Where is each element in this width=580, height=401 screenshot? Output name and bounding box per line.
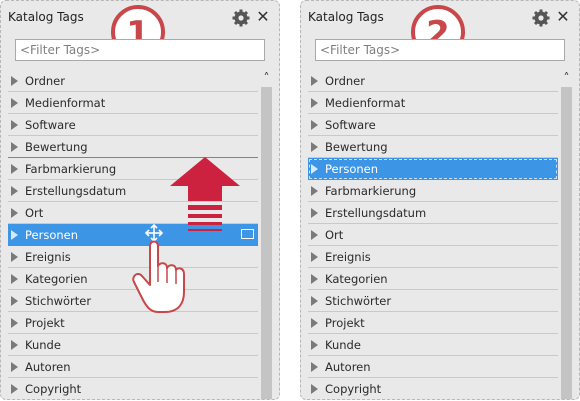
tag-row[interactable]: Stichwörter bbox=[308, 290, 558, 312]
tag-row[interactable]: Autoren bbox=[308, 356, 558, 378]
expand-triangle-icon[interactable] bbox=[311, 98, 318, 108]
tag-row[interactable]: Ereignis bbox=[308, 246, 558, 268]
tag-row-label: Erstellungsdatum bbox=[325, 206, 427, 220]
expand-triangle-icon[interactable] bbox=[311, 186, 318, 196]
expand-triangle-icon[interactable] bbox=[311, 208, 318, 218]
tag-row[interactable]: Projekt bbox=[308, 312, 558, 334]
panel-title: Katalog Tags bbox=[308, 10, 384, 24]
tag-row[interactable]: Ort bbox=[308, 224, 558, 246]
expand-triangle-icon[interactable] bbox=[311, 164, 318, 174]
scrollbar[interactable]: ˄ bbox=[559, 70, 574, 399]
tag-row-label: Kunde bbox=[325, 338, 361, 352]
expand-triangle-icon[interactable] bbox=[311, 274, 318, 284]
tag-row[interactable]: Personen bbox=[308, 158, 558, 180]
filter-tags-input[interactable] bbox=[315, 39, 565, 61]
expand-triangle-icon[interactable] bbox=[311, 76, 318, 86]
expand-triangle-icon[interactable] bbox=[311, 318, 318, 328]
expand-triangle-icon[interactable] bbox=[311, 340, 318, 350]
tag-row-label: Ordner bbox=[325, 74, 365, 88]
expand-triangle-icon[interactable] bbox=[311, 120, 318, 130]
tag-row-label: Kategorien bbox=[325, 272, 388, 286]
expand-triangle-icon[interactable] bbox=[311, 142, 318, 152]
tag-row-label: Copyright bbox=[325, 382, 382, 396]
tag-list: Ordner Medienformat Software Bewertung Perso… bbox=[308, 70, 558, 399]
tag-row-label: Stichwörter bbox=[325, 294, 392, 308]
tag-row[interactable]: Ordner bbox=[308, 70, 558, 92]
expand-triangle-icon[interactable] bbox=[311, 296, 318, 306]
tag-row[interactable]: Farbmarkierung bbox=[308, 180, 558, 202]
tag-row[interactable]: Kunde bbox=[308, 334, 558, 356]
tag-row-label: Autoren bbox=[325, 360, 371, 374]
drag-illustration bbox=[132, 157, 240, 313]
tag-row-label: Ereignis bbox=[325, 250, 371, 264]
close-icon[interactable]: ✕ bbox=[555, 9, 571, 25]
up-arrow-icon bbox=[170, 157, 240, 231]
tag-row-label: Personen bbox=[325, 162, 379, 176]
tag-row[interactable]: Kategorien bbox=[308, 268, 558, 290]
expand-triangle-icon[interactable] bbox=[311, 230, 318, 240]
tag-row-label: Projekt bbox=[325, 316, 365, 330]
tag-row[interactable]: Software bbox=[308, 114, 558, 136]
tag-row[interactable]: Erstellungsdatum bbox=[308, 202, 558, 224]
expand-triangle-icon[interactable] bbox=[311, 252, 318, 262]
scroll-thumb[interactable] bbox=[561, 87, 572, 399]
scroll-up-icon[interactable]: ˄ bbox=[559, 70, 574, 86]
move-cursor-icon bbox=[144, 223, 164, 243]
tag-row-label: Software bbox=[325, 118, 376, 132]
tag-row-label: Bewertung bbox=[325, 140, 388, 154]
hand-pointer-icon bbox=[132, 240, 185, 313]
tag-row-label: Farbmarkierung bbox=[325, 184, 417, 198]
tag-row-label: Medienformat bbox=[325, 96, 406, 110]
tag-row[interactable]: Medienformat bbox=[308, 92, 558, 114]
tag-row[interactable]: Bewertung bbox=[308, 136, 558, 158]
gear-icon[interactable] bbox=[531, 8, 551, 28]
tag-panel-step-2: Katalog Tags ✕ 2 OrdnerMedienformatSoftw… bbox=[300, 0, 580, 400]
tag-row[interactable]: Copyright bbox=[308, 378, 558, 399]
expand-triangle-icon[interactable] bbox=[311, 362, 318, 372]
tag-row-label: Ort bbox=[325, 228, 344, 242]
expand-triangle-icon[interactable] bbox=[311, 384, 318, 394]
